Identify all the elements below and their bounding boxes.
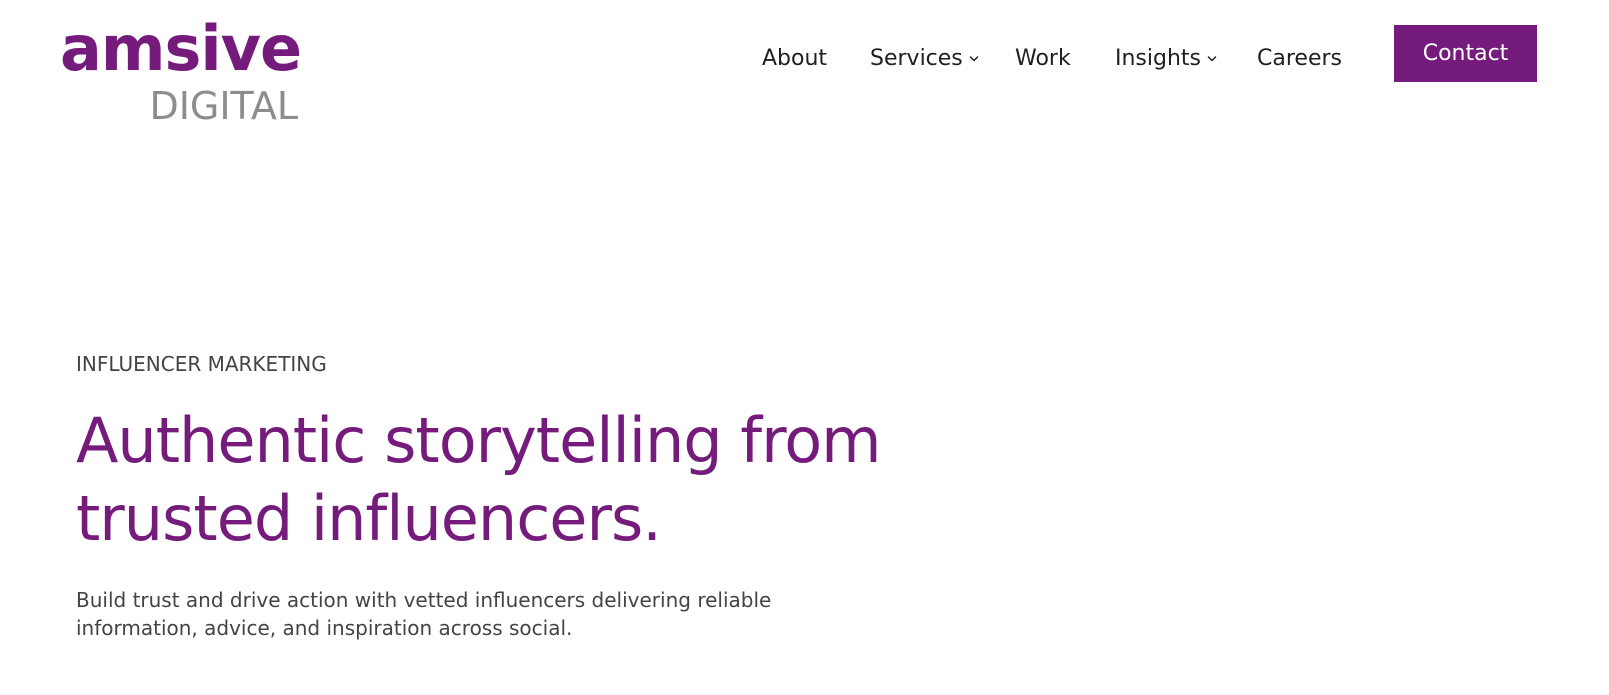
- nav-item-label: Work: [1015, 45, 1071, 71]
- nav-item-services[interactable]: Services: [870, 42, 979, 74]
- hero-section: INFLUENCER MARKETING Authentic storytell…: [76, 350, 976, 642]
- nav-item-label: About: [762, 45, 828, 71]
- nav-item-insights[interactable]: Insights: [1115, 42, 1217, 74]
- nav-item-careers[interactable]: Careers: [1257, 42, 1342, 74]
- hero-eyebrow: INFLUENCER MARKETING: [76, 352, 327, 376]
- brand-logo[interactable]: amsive DIGITAL: [60, 18, 310, 130]
- chevron-down-icon: [1207, 54, 1217, 64]
- hero-intro: Build trust and drive action with vetted…: [76, 588, 772, 640]
- chevron-down-icon: [969, 54, 979, 64]
- hero-headline: Authentic storytelling from trusted infl…: [76, 404, 882, 555]
- main-navigation: About Services Work Insights Careers: [0, 42, 1609, 74]
- contact-button[interactable]: Contact: [1394, 25, 1537, 82]
- site-header: amsive DIGITAL About Services Work Insig…: [0, 0, 1609, 140]
- nav-item-about[interactable]: About: [762, 42, 827, 74]
- nav-item-work[interactable]: Work: [1015, 42, 1071, 74]
- nav-item-label: Careers: [1257, 45, 1342, 71]
- nav-item-label: Insights: [1115, 45, 1202, 71]
- nav-item-label: Services: [870, 45, 963, 71]
- logo-subline: DIGITAL: [149, 84, 298, 128]
